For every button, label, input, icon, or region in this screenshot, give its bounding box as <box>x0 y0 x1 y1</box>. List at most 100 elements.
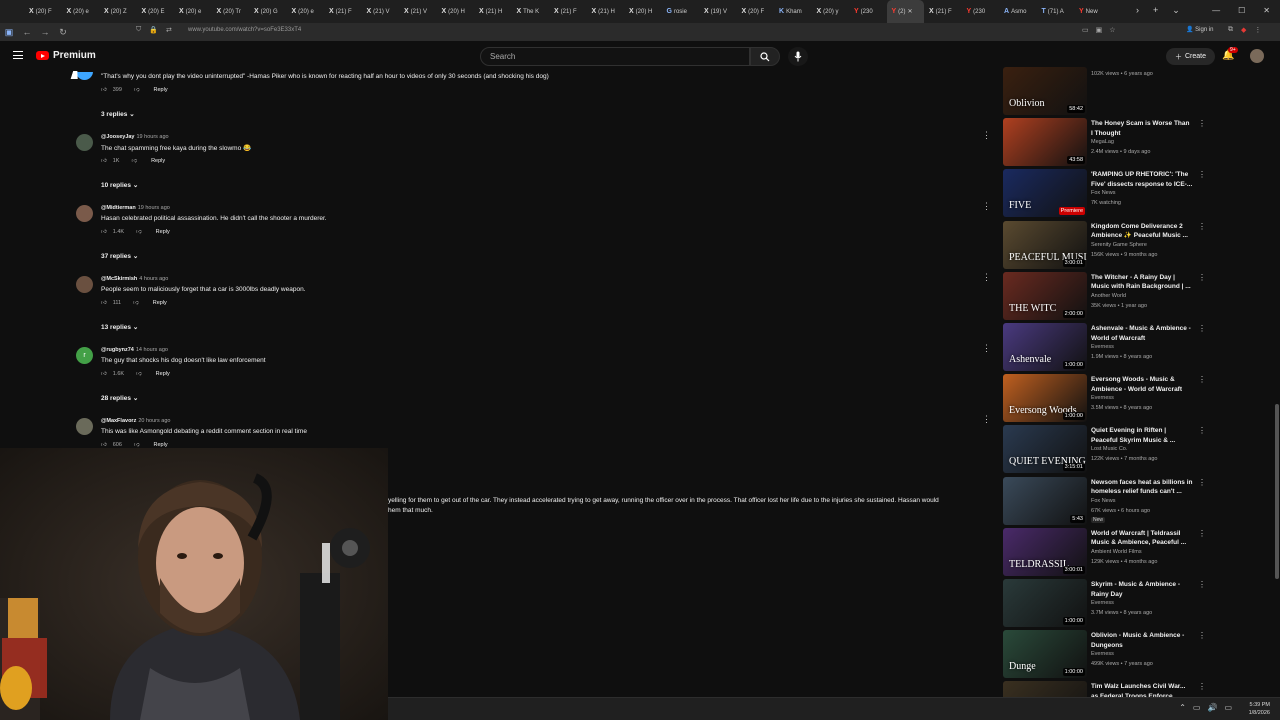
browser-tab[interactable]: X (21) V <box>362 0 400 23</box>
menu-hamburger-icon[interactable] <box>13 51 23 59</box>
youtube-logo[interactable]: Premium <box>36 50 96 61</box>
url-field[interactable]: www.youtube.com/watch?v=soFe3E33xT4 <box>188 27 301 33</box>
related-video[interactable]: 5:43 Newsom faces heat as billions in hom… <box>1002 476 1208 528</box>
channel-name[interactable]: Everness <box>1091 599 1114 609</box>
like-icon[interactable]: 👍︎ <box>101 158 107 164</box>
view-replies-button[interactable]: 37 replies ⌄ <box>101 252 138 260</box>
dislike-icon[interactable]: 👎︎ <box>133 300 139 306</box>
video-thumbnail[interactable]: TELDRASSIL 3:00:01 <box>1003 527 1087 576</box>
related-video[interactable]: Tim Walz Launches Civil War... as Federa… <box>1002 681 1208 697</box>
browser-tab[interactable]: X (20) Z <box>99 0 137 23</box>
video-options-icon[interactable]: ⋮ <box>1198 222 1206 231</box>
author-handle[interactable]: @Midtierman <box>101 205 136 211</box>
video-thumbnail[interactable]: 1:00:00 <box>1003 579 1087 627</box>
browser-tab[interactable]: X (21) V <box>399 0 437 23</box>
voice-search-button[interactable] <box>788 47 808 66</box>
channel-name[interactable]: Ambient World Films <box>1091 548 1142 558</box>
video-options-icon[interactable]: ⋮ <box>1198 478 1206 487</box>
video-thumbnail[interactable]: QUIET EVENING IN RIFTEN3:15:01 <box>1003 425 1087 474</box>
browser-tab[interactable]: X (20) e <box>287 0 325 23</box>
bookmark-star-icon[interactable]: ☆ <box>1109 26 1115 34</box>
author-handle[interactable]: @rugbynz74 <box>101 347 134 353</box>
commenter-avatar[interactable]: r <box>76 347 93 364</box>
browser-tab[interactable]: Grosie <box>662 0 700 23</box>
dislike-icon[interactable]: 👎︎ <box>131 158 137 164</box>
reply-button[interactable]: Reply <box>154 87 168 93</box>
related-video[interactable]: FIVE Premiere 'RAMPING UP RHETORIC': 'The … <box>1002 169 1208 220</box>
reply-button[interactable]: Reply <box>156 371 170 377</box>
reload-button[interactable]: ↻ <box>54 27 72 38</box>
related-video[interactable]: Dunge 1:00:00 Oblivion - Music & Ambience … <box>1002 630 1208 681</box>
video-thumbnail[interactable]: 5:43 <box>1003 476 1087 525</box>
browser-tab[interactable]: X (20) G <box>249 0 287 23</box>
video-title[interactable]: The Honey Scam is Worse Than I Thought <box>1091 119 1193 138</box>
video-title[interactable]: World of Warcraft | Teldrassil Music & A… <box>1091 529 1193 548</box>
video-title[interactable]: The Witcher - A Rainy Day | Music with R… <box>1091 273 1193 292</box>
author-handle[interactable]: @MaxFlavorz <box>101 418 136 424</box>
reply-button[interactable]: Reply <box>156 229 170 235</box>
browser-tab[interactable]: T (71) A <box>1037 0 1075 23</box>
browser-tab[interactable]: X (20) H <box>437 0 475 23</box>
comment-time[interactable]: 14 hours ago <box>136 347 168 353</box>
sign-in-button[interactable]: 👤 Sign in <box>1186 26 1214 33</box>
notifications-button[interactable]: 🔔 9+ <box>1222 47 1238 61</box>
video-title[interactable]: Tim Walz Launches Civil War... as Federa… <box>1091 682 1193 697</box>
video-options-icon[interactable]: ⋮ <box>1198 529 1206 538</box>
comment-author[interactable]: @rugbynz74 14 hours ago <box>101 347 168 353</box>
video-thumbnail[interactable]: THE WITC 2:00:00 <box>1003 271 1087 320</box>
view-replies-button[interactable]: 10 replies ⌄ <box>101 181 138 189</box>
close-tab-icon[interactable]: ✕ <box>908 8 913 15</box>
cast-icon[interactable]: ▭ <box>1082 26 1089 34</box>
browser-tab[interactable]: Y (230 <box>962 0 1000 23</box>
related-video[interactable]: 43:58 The Honey Scam is Worse Than I Thou… <box>1002 118 1208 169</box>
video-title[interactable]: Eversong Woods - Music & Ambience - Worl… <box>1091 375 1193 394</box>
video-thumbnail[interactable]: Ashenvale 1:00:00 <box>1003 323 1087 371</box>
network-icon[interactable]: ▭ <box>1193 703 1201 712</box>
browser-tab[interactable]: X (20) Tr <box>212 0 250 23</box>
video-options-icon[interactable]: ⋮ <box>1198 375 1206 384</box>
browser-tab[interactable]: X (21) F <box>324 0 362 23</box>
menu-icon[interactable]: ⋮ <box>1254 26 1261 34</box>
extension-badge-icon[interactable]: ◆ <box>1241 26 1246 34</box>
close-window-button[interactable]: ✕ <box>1263 6 1270 15</box>
channel-name[interactable]: Another World <box>1091 292 1126 302</box>
video-thumbnail[interactable]: Eversong Woods 1:00:00 <box>1003 374 1087 423</box>
browser-tab[interactable]: X (20) y <box>812 0 850 23</box>
related-video[interactable]: PEACEFUL MUSIC 3:00:01 Kingdom Come Delive… <box>1002 220 1208 272</box>
comment-time[interactable]: 4 hours ago <box>139 276 168 282</box>
search-input[interactable]: Search <box>480 47 750 66</box>
commenter-avatar[interactable] <box>76 134 93 151</box>
channel-name[interactable]: Everness <box>1091 650 1114 660</box>
like-icon[interactable]: 👍︎ <box>101 300 107 306</box>
browser-tab[interactable]: K Kham <box>774 0 812 23</box>
related-video[interactable]: TELDRASSIL 3:00:01 World of Warcraft | Tel… <box>1002 527 1208 579</box>
comment-time[interactable]: 19 hours ago <box>137 134 169 140</box>
browser-tab[interactable]: X (20) E <box>137 0 175 23</box>
video-options-icon[interactable]: ⋮ <box>1198 119 1206 128</box>
video-title[interactable]: 'RAMPING UP RHETORIC': 'The Five' dissec… <box>1091 170 1193 189</box>
like-icon[interactable]: 👍︎ <box>101 229 107 235</box>
comment-time[interactable]: 19 hours ago <box>138 205 170 211</box>
browser-tab[interactable]: X (20) e <box>174 0 212 23</box>
channel-name[interactable]: Serenity Game Sphere <box>1091 241 1147 251</box>
maximize-button[interactable]: ☐ <box>1238 6 1245 15</box>
sidebar-toggle-icon[interactable]: ▣ <box>0 27 18 38</box>
browser-tab[interactable]: X (21) F <box>924 0 962 23</box>
create-button[interactable]: ＋ Create <box>1166 48 1216 65</box>
browser-tab[interactable]: X (21) F <box>549 0 587 23</box>
channel-name[interactable]: Fox News <box>1091 497 1115 507</box>
related-video[interactable]: Ashenvale 1:00:00 Ashenvale - Music & Ambi… <box>1002 323 1208 374</box>
browser-tab[interactable]: X (20) e <box>62 0 100 23</box>
related-video[interactable]: QUIET EVENING IN RIFTEN3:15:01Quiet Even… <box>1002 425 1208 476</box>
comment-options-icon[interactable]: ⋮ <box>982 272 991 283</box>
browser-tab[interactable]: X (21) H <box>587 0 625 23</box>
search-button[interactable] <box>750 47 780 66</box>
taskbar-clock[interactable]: 5:39 PM 1/8/2026 <box>1249 701 1270 717</box>
related-video[interactable]: Eversong Woods 1:00:00 Eversong Woods - Mu… <box>1002 374 1208 425</box>
video-title[interactable]: Newsom faces heat as billions in homeles… <box>1091 478 1193 497</box>
comment-author[interactable]: @McSkirmish 4 hours ago <box>101 276 168 282</box>
pip-icon[interactable]: ▣ <box>1096 26 1103 34</box>
video-options-icon[interactable]: ⋮ <box>1198 682 1206 691</box>
video-options-icon[interactable]: ⋮ <box>1198 170 1206 179</box>
browser-tab[interactable]: Y New <box>1074 0 1112 23</box>
